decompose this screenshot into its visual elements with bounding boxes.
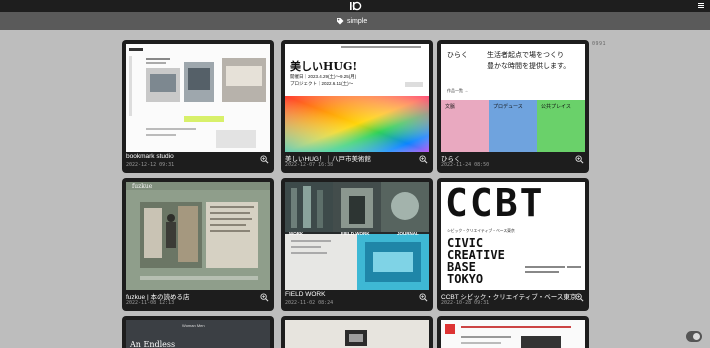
hiraku-category-context: 文脈	[441, 100, 489, 152]
tag-bar: simple	[0, 12, 710, 30]
hug-heading: 美しいHUG!	[290, 60, 358, 73]
card-field-work[interactable]: WORK FIELD WORK JOURNAL FIELD WORK 2022-…	[281, 178, 433, 311]
hiraku-copy-1: 生活者起点で場をつくり	[487, 52, 564, 59]
card-thumbnail: Woman Men An Endless	[126, 320, 270, 348]
card-thumbnail	[285, 320, 429, 348]
ccbt-side-text	[525, 266, 581, 273]
tag-icon	[337, 18, 344, 25]
card-thumbnail: CCBT シビック・クリエイティブ・ベース東京 CIVIC CREATIVE B…	[441, 182, 585, 290]
item-counter: 0991	[592, 41, 607, 47]
top-bar	[0, 0, 710, 12]
zoom-icon[interactable]	[575, 293, 584, 302]
bookmark-studio-preview	[126, 44, 270, 152]
theme-toggle[interactable]	[686, 331, 702, 342]
card-hiraku[interactable]: ひらく 生活者起点で場をつくり 豊かな時間を提供します。 作品一覧 → 文脈 プ…	[437, 40, 589, 173]
hamburger-menu-icon[interactable]	[698, 3, 704, 9]
card-an-endless[interactable]: Woman Men An Endless	[122, 316, 274, 348]
card-date: 2022-11-08 12:13	[126, 300, 175, 306]
tag-filter[interactable]: simple	[336, 15, 367, 27]
card-date: 2022-12-07 16:38	[285, 162, 334, 168]
field-work-word-2: FIELD WORK	[341, 231, 370, 236]
field-work-preview	[285, 182, 429, 290]
hiraku-logo: ひらく	[447, 52, 468, 59]
card-title: bookmark studio	[126, 153, 174, 160]
zoom-icon[interactable]	[419, 155, 428, 164]
endless-woman-men: Woman Men	[182, 323, 205, 328]
zoom-icon[interactable]	[419, 293, 428, 302]
card-thumbnail: WORK FIELD WORK JOURNAL	[285, 182, 429, 290]
hiraku-link: 作品一覧 →	[447, 88, 469, 93]
card-thumbnail	[441, 320, 585, 348]
fuzkue-logo: fuzkue	[132, 183, 153, 190]
row3-middle-preview	[285, 320, 429, 348]
hiraku-category-produce: プロデュース	[489, 100, 537, 152]
card-ccbt[interactable]: CCBT シビック・クリエイティブ・ベース東京 CIVIC CREATIVE B…	[437, 178, 589, 311]
fuzkue-preview	[126, 182, 270, 290]
hiraku-copy-2: 豊かな時間を提供します。	[487, 63, 571, 70]
card-row3-right[interactable]	[437, 316, 589, 348]
card-row3-middle[interactable]	[281, 316, 433, 348]
card-thumbnail: ひらく 生活者起点で場をつくり 豊かな時間を提供します。 作品一覧 → 文脈 プ…	[441, 44, 585, 152]
hug-dates-line1: 開催日｜2023.4.29(土)～9.25(月)	[290, 74, 357, 79]
endless-heading: An Endless	[130, 340, 176, 348]
card-thumbnail: 美しいHUG! 開催日｜2023.4.29(土)～9.25(月) プロジェクト｜…	[285, 44, 429, 152]
card-date: 2022-11-02 08:24	[285, 300, 334, 306]
zoom-icon[interactable]	[575, 155, 584, 164]
tag-label: simple	[347, 17, 368, 25]
zoom-icon[interactable]	[260, 293, 269, 302]
card-bookmark-studio[interactable]: bookmark studio 2022-12-12 09:31	[122, 40, 274, 173]
field-work-word-3: JOURNAL	[397, 231, 419, 236]
row3-right-preview	[441, 320, 585, 348]
zoom-icon[interactable]	[260, 155, 269, 164]
card-thumbnail	[126, 44, 270, 152]
card-title: FIELD WORK	[285, 291, 326, 298]
hiraku-category-public: 公共プレイス	[537, 100, 585, 152]
site-logo-icon[interactable]	[347, 1, 363, 11]
card-date: 2022-10-28 09:31	[441, 300, 490, 306]
hug-dates-line2: プロジェクト｜2022.6.11(土)～	[290, 81, 354, 86]
field-work-word-1: WORK	[289, 231, 304, 236]
card-date: 2022-11-24 08:50	[441, 162, 490, 168]
card-thumbnail: fuzkue	[126, 182, 270, 290]
card-hug-art-museum[interactable]: 美しいHUG! 開催日｜2023.4.29(土)～9.25(月) プロジェクト｜…	[281, 40, 433, 173]
card-date: 2022-12-12 09:31	[126, 162, 175, 168]
card-fuzkue[interactable]: fuzkue fuzkue | 本の読める店 2022-11-08 12:13	[122, 178, 274, 311]
